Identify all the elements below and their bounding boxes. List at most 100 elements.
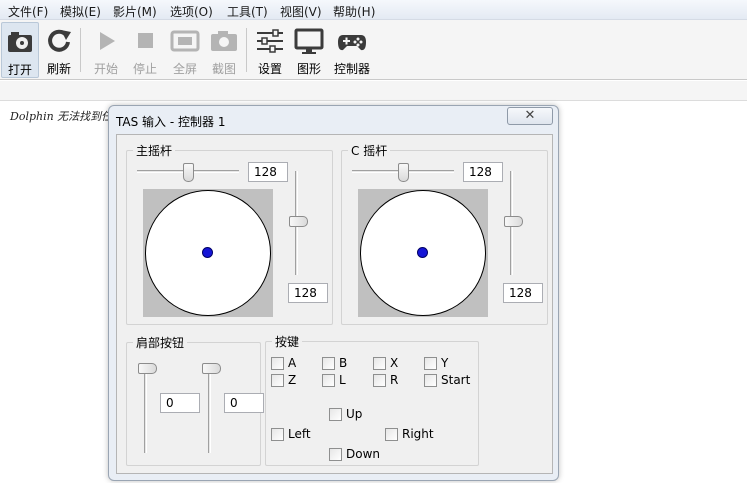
dpad-left-checkbox[interactable]: Left bbox=[271, 427, 311, 441]
checkbox-box bbox=[271, 427, 284, 441]
play-label: 开始 bbox=[93, 62, 118, 76]
right-trigger-track bbox=[208, 363, 211, 453]
c-stick-title: C 摇杆 bbox=[348, 142, 391, 159]
left-trigger-field[interactable]: 0 bbox=[160, 393, 200, 413]
stop-icon bbox=[138, 33, 153, 48]
c-stick-x-field[interactable]: 128 bbox=[463, 162, 503, 182]
graphics-label: 图形 bbox=[296, 62, 321, 76]
dpad-down-label: Down bbox=[346, 447, 381, 461]
c-stick-position-dot[interactable] bbox=[417, 247, 428, 258]
dialog-title: TAS 输入 - 控制器 1 bbox=[116, 115, 226, 129]
c-stick-x-slider[interactable] bbox=[398, 163, 409, 182]
checkbox-box bbox=[385, 427, 398, 441]
button-a-label: A bbox=[288, 356, 297, 370]
checkbox-box bbox=[271, 373, 284, 387]
checkbox-box bbox=[322, 356, 335, 370]
buttons-title: 按键 bbox=[272, 333, 303, 350]
graphics-button[interactable]: 图形 bbox=[291, 22, 327, 78]
menu-file[interactable]: 文件(F) bbox=[8, 3, 48, 20]
open-button[interactable]: 打开 bbox=[1, 22, 39, 78]
settings-label: 设置 bbox=[257, 62, 282, 76]
dpad-right-checkbox[interactable]: Right bbox=[385, 427, 434, 441]
screenshot-button[interactable]: 截图 bbox=[205, 22, 243, 78]
button-z-label: Z bbox=[288, 373, 297, 387]
tas-input-dialog: TAS 输入 - 控制器 1 ✕ 主摇杆 128 128 C 摇杆 128 12… bbox=[108, 105, 559, 481]
dpad-up-checkbox[interactable]: Up bbox=[329, 407, 362, 421]
right-trigger-slider[interactable] bbox=[202, 363, 221, 374]
stop-label: 停止 bbox=[132, 62, 157, 76]
button-r-label: R bbox=[390, 373, 399, 387]
main-stick-pad[interactable] bbox=[143, 189, 273, 317]
toolbar-separator bbox=[80, 28, 81, 72]
button-start-label: Start bbox=[441, 373, 471, 387]
main-stick-y-slider[interactable] bbox=[289, 216, 308, 227]
main-stick-group: 主摇杆 128 128 bbox=[126, 142, 333, 325]
toolbar: 打开 刷新 开始 停止 全屏 截图 设置 图形 控制器 bbox=[0, 20, 747, 80]
toolbar-separator bbox=[246, 28, 247, 72]
buttons-group: 按键 A B X Y Z L R Start Up Left Right Dow… bbox=[265, 333, 479, 466]
sliders-icon bbox=[257, 29, 283, 53]
main-stick-position-dot[interactable] bbox=[202, 247, 213, 258]
controllers-label: 控制器 bbox=[333, 62, 370, 76]
refresh-icon bbox=[48, 29, 71, 52]
checkbox-box bbox=[329, 407, 342, 421]
close-button[interactable]: ✕ bbox=[507, 107, 553, 125]
menu-bar: 文件(F) 模拟(E) 影片(M) 选项(O) 工具(T) 视图(V) 帮助(H… bbox=[0, 0, 747, 20]
stop-button[interactable]: 停止 bbox=[127, 22, 163, 78]
button-z-checkbox[interactable]: Z bbox=[271, 373, 296, 387]
main-stick-title: 主摇杆 bbox=[133, 142, 176, 159]
button-a-checkbox[interactable]: A bbox=[271, 356, 296, 370]
button-y-checkbox[interactable]: Y bbox=[424, 356, 448, 370]
refresh-label: 刷新 bbox=[46, 62, 71, 76]
button-b-checkbox[interactable]: B bbox=[322, 356, 347, 370]
dpad-up-label: Up bbox=[346, 407, 363, 421]
menu-view[interactable]: 视图(V) bbox=[280, 3, 322, 20]
controllers-button[interactable]: 控制器 bbox=[331, 22, 373, 78]
menu-emulation[interactable]: 模拟(E) bbox=[60, 3, 101, 20]
play-button[interactable]: 开始 bbox=[88, 22, 124, 78]
camera-icon bbox=[211, 31, 237, 51]
button-l-checkbox[interactable]: L bbox=[322, 373, 346, 387]
button-start-checkbox[interactable]: Start bbox=[424, 373, 470, 387]
main-stick-x-field[interactable]: 128 bbox=[248, 162, 288, 182]
c-stick-y-slider[interactable] bbox=[504, 216, 523, 227]
fullscreen-icon bbox=[170, 30, 200, 52]
game-list-message: Dolphin 无法找到任 bbox=[10, 110, 113, 123]
menu-tools[interactable]: 工具(T) bbox=[227, 3, 268, 20]
left-trigger-track bbox=[144, 363, 147, 453]
play-icon bbox=[100, 32, 115, 50]
menu-help[interactable]: 帮助(H) bbox=[333, 3, 375, 20]
gamepad-icon bbox=[338, 35, 366, 51]
button-x-checkbox[interactable]: X bbox=[373, 356, 398, 370]
button-r-checkbox[interactable]: R bbox=[373, 373, 398, 387]
screenshot-label: 截图 bbox=[211, 62, 236, 76]
button-b-label: B bbox=[339, 356, 348, 370]
dpad-down-checkbox[interactable]: Down bbox=[329, 447, 380, 461]
dialog-client: 主摇杆 128 128 C 摇杆 128 128 肩部按钮 0 0 按键 A B… bbox=[116, 134, 553, 474]
refresh-button[interactable]: 刷新 bbox=[41, 22, 77, 78]
settings-button[interactable]: 设置 bbox=[252, 22, 288, 78]
button-y-label: Y bbox=[441, 356, 449, 370]
open-label: 打开 bbox=[7, 63, 32, 77]
checkbox-box bbox=[424, 373, 437, 387]
main-stick-y-field[interactable]: 128 bbox=[288, 283, 328, 303]
right-trigger-field[interactable]: 0 bbox=[224, 393, 264, 413]
button-l-label: L bbox=[339, 373, 346, 387]
c-stick-y-field[interactable]: 128 bbox=[503, 283, 543, 303]
main-stick-x-slider[interactable] bbox=[183, 163, 194, 182]
left-trigger-slider[interactable] bbox=[138, 363, 157, 374]
menu-movie[interactable]: 影片(M) bbox=[113, 3, 157, 20]
dpad-left-label: Left bbox=[288, 427, 311, 441]
checkbox-box bbox=[424, 356, 437, 370]
fullscreen-label: 全屏 bbox=[172, 62, 197, 76]
checkbox-box bbox=[373, 373, 386, 387]
c-stick-pad[interactable] bbox=[358, 189, 488, 317]
fullscreen-button[interactable]: 全屏 bbox=[166, 22, 204, 78]
triggers-group: 肩部按钮 0 0 bbox=[126, 334, 264, 466]
checkbox-box bbox=[329, 447, 342, 461]
game-list-header bbox=[0, 81, 747, 101]
dpad-right-label: Right bbox=[402, 427, 434, 441]
monitor-icon bbox=[294, 28, 324, 54]
open-disc-icon bbox=[8, 32, 32, 52]
menu-options[interactable]: 选项(O) bbox=[170, 3, 213, 20]
